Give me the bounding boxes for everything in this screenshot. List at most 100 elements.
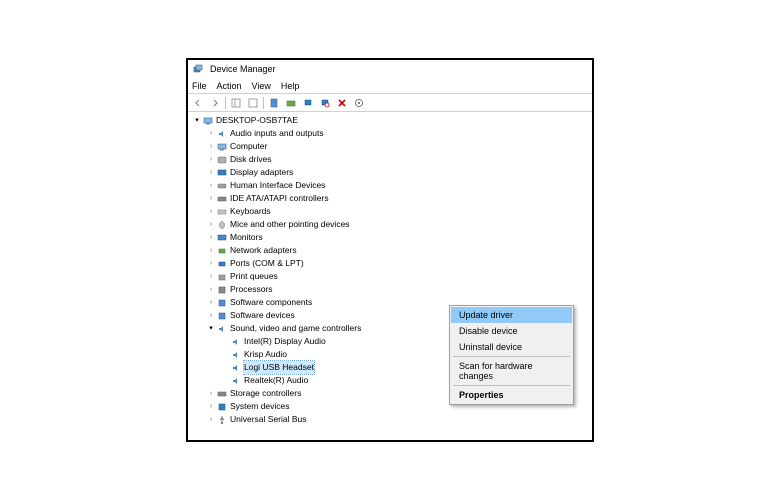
sw-icon bbox=[216, 297, 228, 309]
device-manager-window: Device Manager File Action View Help ▾ D… bbox=[186, 58, 594, 442]
item-label: Network adapters bbox=[230, 244, 297, 257]
expand-icon[interactable]: › bbox=[206, 270, 216, 283]
category-label: Sound, video and game controllers bbox=[230, 322, 361, 335]
item-label: Mice and other pointing devices bbox=[230, 218, 350, 231]
expand-icon[interactable]: › bbox=[206, 179, 216, 192]
item-label: Logi USB Headset bbox=[244, 361, 314, 374]
audio-icon bbox=[230, 375, 242, 387]
monitor-icon bbox=[216, 232, 228, 244]
expand-icon[interactable]: › bbox=[206, 387, 216, 400]
menu-view[interactable]: View bbox=[252, 81, 271, 91]
print-icon bbox=[216, 271, 228, 283]
item-label: Processors bbox=[230, 283, 273, 296]
expand-icon[interactable]: › bbox=[206, 296, 216, 309]
expand-icon[interactable]: › bbox=[206, 205, 216, 218]
ctx-uninstall-device[interactable]: Uninstall device bbox=[451, 339, 572, 355]
menu-file[interactable]: File bbox=[192, 81, 207, 91]
item-label: Computer bbox=[230, 140, 267, 153]
port-icon bbox=[216, 258, 228, 270]
computer-icon bbox=[202, 115, 214, 127]
tree-item[interactable]: › Universal Serial Bus bbox=[192, 413, 592, 426]
menu-help[interactable]: Help bbox=[281, 81, 300, 91]
expand-icon[interactable]: › bbox=[206, 413, 216, 426]
tree-item[interactable]: › Network adapters bbox=[192, 244, 592, 257]
expand-icon[interactable]: ▾ bbox=[192, 114, 202, 127]
add-legacy-button[interactable] bbox=[351, 96, 367, 110]
ide-icon bbox=[216, 193, 228, 205]
scan-hardware-button[interactable] bbox=[300, 96, 316, 110]
back-button[interactable] bbox=[190, 96, 206, 110]
sys-icon bbox=[216, 401, 228, 413]
expand-icon[interactable]: › bbox=[206, 283, 216, 296]
expand-icon[interactable]: › bbox=[206, 153, 216, 166]
expand-icon[interactable]: › bbox=[206, 231, 216, 244]
expand-icon[interactable]: › bbox=[206, 309, 216, 322]
item-label: Audio inputs and outputs bbox=[230, 127, 324, 140]
tree-item[interactable]: › Monitors bbox=[192, 231, 592, 244]
item-label: Human Interface Devices bbox=[230, 179, 325, 192]
item-label: Universal Serial Bus bbox=[230, 413, 307, 426]
expand-icon[interactable]: › bbox=[206, 192, 216, 205]
audio-icon bbox=[230, 336, 242, 348]
sound-icon bbox=[216, 323, 228, 335]
tree-item[interactable]: › IDE ATA/ATAPI controllers bbox=[192, 192, 592, 205]
expand-icon[interactable]: › bbox=[206, 400, 216, 413]
forward-button[interactable] bbox=[207, 96, 223, 110]
tree-root[interactable]: ▾ DESKTOP-OSB7TAE bbox=[192, 114, 592, 127]
expand-icon[interactable]: › bbox=[206, 166, 216, 179]
tree-item[interactable]: ›Print queues bbox=[192, 270, 592, 283]
disable-button[interactable] bbox=[317, 96, 333, 110]
audio-icon bbox=[216, 128, 228, 140]
expand-icon[interactable]: ▾ bbox=[206, 322, 216, 335]
show-hide-tree-button[interactable] bbox=[228, 96, 244, 110]
ctx-separator bbox=[453, 385, 570, 386]
tree-item[interactable]: › Mice and other pointing devices bbox=[192, 218, 592, 231]
expand-icon[interactable]: › bbox=[206, 218, 216, 231]
item-label: System devices bbox=[230, 400, 290, 413]
tree-item[interactable]: › Audio inputs and outputs bbox=[192, 127, 592, 140]
app-icon bbox=[192, 63, 204, 75]
item-label: Krisp Audio bbox=[244, 348, 287, 361]
item-label: Disk drives bbox=[230, 153, 272, 166]
tree-item[interactable]: › Keyboards bbox=[192, 205, 592, 218]
root-label: DESKTOP-OSB7TAE bbox=[216, 114, 298, 127]
ctx-update-driver[interactable]: Update driver bbox=[451, 307, 572, 323]
ctx-scan-hardware[interactable]: Scan for hardware changes bbox=[451, 358, 572, 384]
menu-action[interactable]: Action bbox=[217, 81, 242, 91]
properties-button[interactable] bbox=[266, 96, 282, 110]
item-label: IDE ATA/ATAPI controllers bbox=[230, 192, 329, 205]
expand-icon[interactable]: › bbox=[206, 244, 216, 257]
mouse-icon bbox=[216, 219, 228, 231]
storage-icon bbox=[216, 388, 228, 400]
expand-icon[interactable]: › bbox=[206, 127, 216, 140]
context-menu: Update driver Disable device Uninstall d… bbox=[449, 305, 574, 405]
ctx-properties[interactable]: Properties bbox=[451, 387, 572, 403]
item-label: Intel(R) Display Audio bbox=[244, 335, 326, 348]
tree-item[interactable]: › Disk drives bbox=[192, 153, 592, 166]
uninstall-button[interactable] bbox=[334, 96, 350, 110]
item-label: Display adapters bbox=[230, 166, 293, 179]
help-button[interactable] bbox=[245, 96, 261, 110]
tree-item[interactable]: › Processors bbox=[192, 283, 592, 296]
toolbar-separator bbox=[263, 97, 264, 109]
tree-item[interactable]: › Computer bbox=[192, 140, 592, 153]
item-label: Storage controllers bbox=[230, 387, 301, 400]
item-label: Keyboards bbox=[230, 205, 271, 218]
display-icon bbox=[216, 167, 228, 179]
expand-icon[interactable]: › bbox=[206, 257, 216, 270]
tree-item[interactable]: ›Ports (COM & LPT) bbox=[192, 257, 592, 270]
item-label: Monitors bbox=[230, 231, 263, 244]
menu-bar: File Action View Help bbox=[188, 78, 592, 94]
tree-item[interactable]: › Human Interface Devices bbox=[192, 179, 592, 192]
pc-icon bbox=[216, 141, 228, 153]
ctx-disable-device[interactable]: Disable device bbox=[451, 323, 572, 339]
update-driver-button[interactable] bbox=[283, 96, 299, 110]
sw-icon bbox=[216, 310, 228, 322]
audio-icon bbox=[230, 349, 242, 361]
item-label: Realtek(R) Audio bbox=[244, 374, 308, 387]
window-title: Device Manager bbox=[210, 64, 276, 74]
kbd-icon bbox=[216, 206, 228, 218]
item-label: Software devices bbox=[230, 309, 295, 322]
expand-icon[interactable]: › bbox=[206, 140, 216, 153]
tree-item[interactable]: › Display adapters bbox=[192, 166, 592, 179]
